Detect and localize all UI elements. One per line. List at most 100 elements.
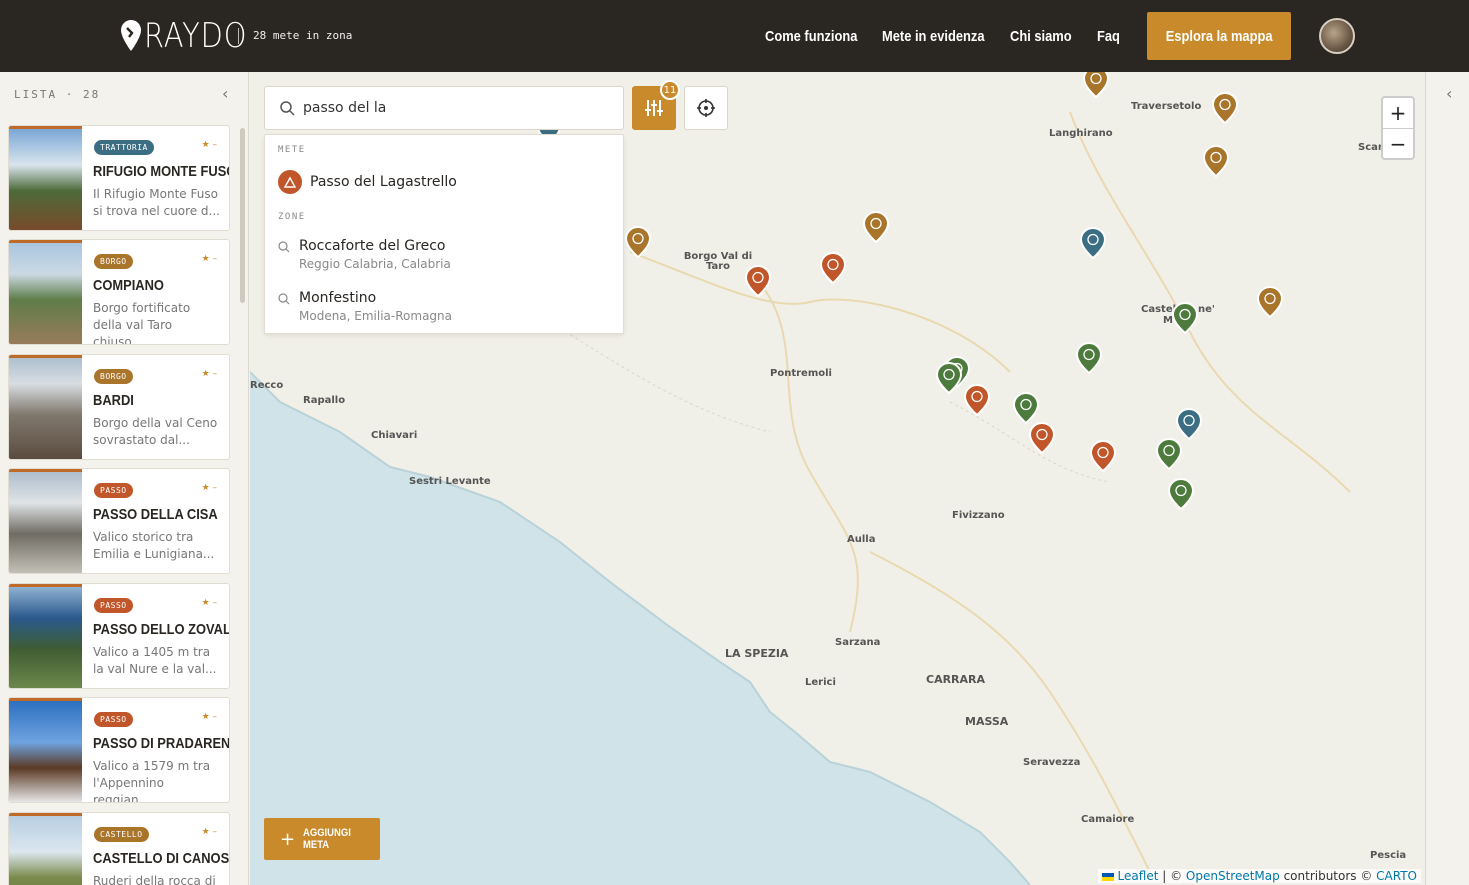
map-pin-icon[interactable] [1076,342,1102,374]
map-pin-icon[interactable] [1013,392,1039,424]
map-pin-icon[interactable] [625,226,651,258]
map-pin-icon[interactable] [1172,302,1198,334]
suggestion-monfestino[interactable]: Monfestino Modena, Emilia-Romagna [278,290,452,323]
map-pin-icon[interactable] [1176,408,1202,440]
list-item[interactable]: BORGO ★ – COMPIANO Borgo fortificato del… [8,239,230,345]
expand-right-icon[interactable]: ‹ [1446,84,1452,103]
sidebar-scrollbar[interactable] [240,128,245,303]
card-title: COMPIANO [93,277,164,294]
list-item[interactable]: PASSO ★ – PASSO DI PRADARENA Valico a 15… [8,697,230,803]
place-thumbnail [9,240,82,344]
ukraine-flag-icon [1101,872,1114,881]
city-label: LA SPEZIA [725,647,789,660]
city-label: Camaiore [1081,814,1135,825]
map-pin-icon[interactable] [936,362,962,394]
nav-mete-in-evidenza[interactable]: Mete in evidenza [882,27,1001,45]
city-label: Langhirano [1049,128,1113,139]
category-badge: PASSO [94,483,133,498]
search-suggestions: METE Passo del Lagastrello ZONE Roccafor… [264,134,624,334]
place-thumbnail [9,469,82,573]
search-input[interactable] [303,100,603,116]
list-item[interactable]: PASSO ★ – PASSO DELLA CISA Valico storic… [8,468,230,574]
map-pin-icon[interactable] [1029,422,1055,454]
city-label: Castel [1141,304,1177,315]
card-title: PASSO DELLO ZOVAL... [93,621,230,638]
avatar[interactable] [1319,18,1355,54]
card-description: Borgo della val Ceno sovrastato dal... [93,416,218,447]
card-description: Valico a 1579 m tra l'Appennino reggian.… [93,759,211,803]
card-description: Valico a 1405 m tra la val Nure e la val… [93,645,217,676]
map-pin-icon[interactable] [1080,227,1106,259]
place-thumbnail [9,698,82,802]
search-icon [278,241,290,253]
rating-stars: ★ – [201,140,217,150]
map-attribution: Leaflet | © OpenStreetMap contributors ©… [1097,869,1421,883]
map-pin-icon[interactable] [1083,72,1109,98]
card-description: Borgo fortificato della val Taro chiuso.… [93,301,191,345]
city-label: Aulla [847,534,876,545]
city-label: Borgo Val di Taro [683,251,753,272]
category-badge: BORGO [94,254,133,269]
places-count: 28 mete in zona [253,29,353,42]
category-badge: CASTELLO [94,827,149,842]
add-place-button[interactable]: + AGGIUNGI META [264,818,380,860]
osm-link[interactable]: OpenStreetMap [1186,869,1280,883]
section-mete: METE [278,145,306,155]
map-pin-icon[interactable] [1090,440,1116,472]
logo-text: RAYDO [144,16,248,56]
zoom-out-button[interactable]: − [1383,128,1413,158]
city-label: Recco [250,380,284,391]
map-pin-icon[interactable] [1168,478,1194,510]
place-thumbnail [9,813,82,885]
pass-icon [278,170,302,194]
city-label: Sestri Levante [409,476,491,487]
list-item[interactable]: TRATTORIA ★ – RIFUGIO MONTE FUSO Il Rifu… [8,125,230,231]
map-pin-icon[interactable] [1212,92,1238,124]
right-panel: ‹ [1425,72,1469,885]
city-label: Fivizzano [952,510,1005,521]
map-pin-icon[interactable] [863,211,889,243]
raydo-logo[interactable]: RAYDO [120,16,266,56]
card-description: Il Rifugio Monte Fuso si trova nel cuore… [93,187,220,218]
map-pin-icon[interactable] [964,384,990,416]
carto-link[interactable]: CARTO [1376,869,1417,883]
section-zone: ZONE [278,212,306,222]
city-label: Chiavari [371,430,418,441]
map-pin-icon[interactable] [745,265,771,297]
list-heading: LISTA · 28 [14,88,101,101]
rating-stars: ★ – [201,369,217,379]
city-label: Pescia [1370,850,1407,861]
leaflet-link[interactable]: Leaflet [1118,869,1159,883]
zoom-in-button[interactable]: + [1383,98,1413,128]
explore-map-button[interactable]: Esplora la mappa [1147,12,1291,60]
map-area[interactable]: Traversetolo Langhirano Scan Borgo Val d… [250,72,1425,885]
search-box[interactable] [264,86,624,130]
nav-faq[interactable]: Faq [1097,27,1124,45]
list-item[interactable]: BORGO ★ – BARDI Borgo della val Ceno sov… [8,354,230,460]
map-pin-icon[interactable] [1156,438,1182,470]
map-pin-icon[interactable] [1203,145,1229,177]
search-icon [280,101,295,116]
zoom-control: + − [1381,96,1415,160]
locate-button[interactable] [684,86,728,130]
nav-chi-siamo[interactable]: Chi siamo [1010,27,1082,45]
logo-pin-icon [121,20,141,51]
category-badge: PASSO [94,712,133,727]
map-pin-icon[interactable] [820,252,846,284]
suggestion-passo-del-lagastrello[interactable]: Passo del Lagastrello [278,170,457,194]
list-item[interactable]: CASTELLO ★ – CASTELLO DI CANOSSA Ruderi … [8,812,230,885]
city-label: Rapallo [303,395,346,406]
city-label: Pontremoli [770,368,832,379]
map-pin-icon[interactable] [1257,286,1283,318]
card-title: CASTELLO DI CANOSSA [93,850,230,867]
place-thumbnail [9,355,82,459]
list-item[interactable]: PASSO ★ – PASSO DELLO ZOVAL... Valico a … [8,583,230,689]
nav-come-funziona[interactable]: Come funziona [765,27,873,45]
rating-stars: ★ – [201,827,217,837]
rating-stars: ★ – [201,712,217,722]
collapse-left-icon[interactable]: ‹ [222,84,228,103]
city-label: Seravezza [1023,757,1081,768]
card-title: BARDI [93,392,134,409]
top-bar: RAYDO 28 mete in zona Come funziona Mete… [0,0,1469,72]
suggestion-roccaforte-del-greco[interactable]: Roccaforte del Greco Reggio Calabria, Cal… [278,238,451,271]
